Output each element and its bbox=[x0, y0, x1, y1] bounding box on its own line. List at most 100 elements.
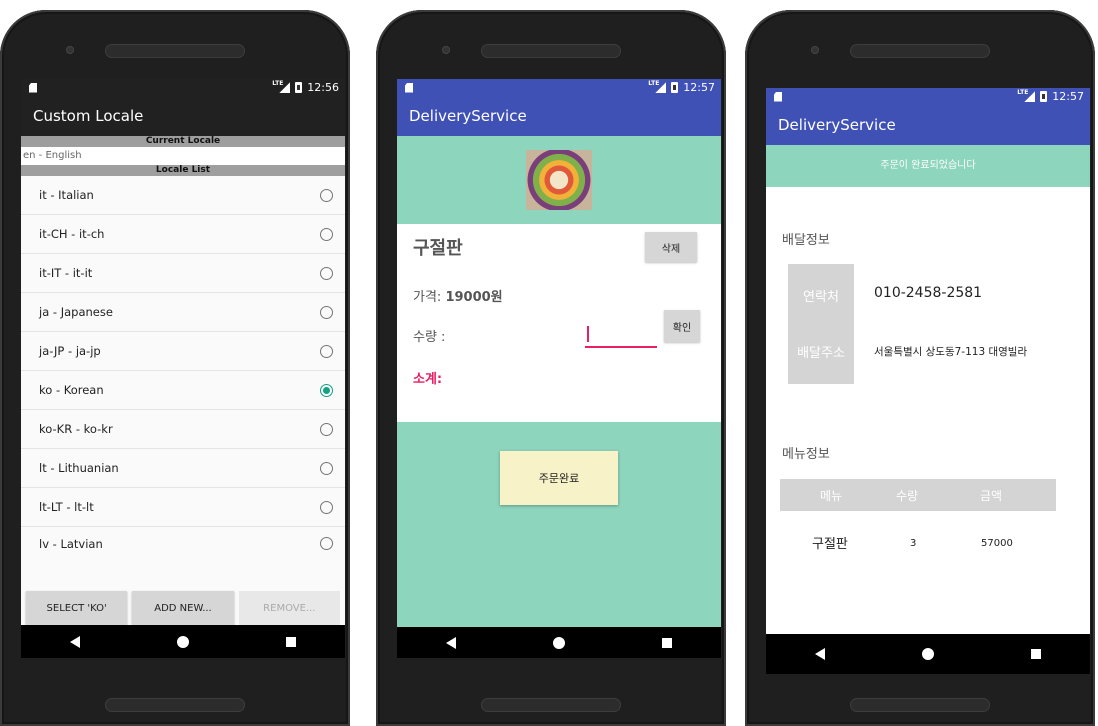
menu-info-title: 메뉴정보 bbox=[782, 447, 830, 462]
dish-name: 구절판 bbox=[413, 238, 463, 259]
row-amount: 57000 bbox=[981, 538, 1013, 549]
nav-bar bbox=[21, 625, 345, 658]
locale-item[interactable]: ko-KR - ko-kr bbox=[21, 410, 345, 449]
locale-item-label: ko-KR - ko-kr bbox=[39, 422, 113, 436]
radio-unchecked-icon[interactable] bbox=[320, 266, 333, 280]
subtotal-label: 소계: bbox=[413, 372, 443, 387]
home-icon[interactable] bbox=[552, 636, 565, 649]
radio-unchecked-icon[interactable] bbox=[320, 461, 333, 475]
back-icon[interactable] bbox=[814, 648, 825, 660]
home-icon[interactable] bbox=[176, 635, 189, 648]
battery-icon bbox=[295, 82, 303, 93]
contact-value: 010-2458-2581 bbox=[874, 285, 983, 301]
locale-item[interactable]: it-IT - it-it bbox=[21, 254, 345, 293]
current-locale-value: en - English bbox=[21, 147, 345, 165]
clock: 12:57 bbox=[683, 81, 715, 94]
radio-unchecked-icon[interactable] bbox=[320, 500, 333, 514]
address-key: 배달주소 bbox=[797, 346, 845, 361]
radio-unchecked-icon[interactable] bbox=[320, 305, 333, 319]
screen: LTE 12:57 DeliveryService 구절판 삭제 가격: 190… bbox=[397, 79, 721, 658]
phone-custom-locale: LTE 12:56 Custom Locale Current Locale e… bbox=[0, 10, 350, 726]
status-bar: LTE 12:57 bbox=[397, 79, 721, 96]
home-icon[interactable] bbox=[921, 648, 934, 660]
locale-item-label: ja-JP - ja-jp bbox=[39, 344, 101, 358]
header-amount: 금액 bbox=[980, 488, 1003, 503]
food-image bbox=[526, 150, 592, 210]
locale-item-label: it - Italian bbox=[39, 188, 94, 202]
radio-unchecked-icon[interactable] bbox=[320, 188, 333, 202]
app-bar: DeliveryService bbox=[397, 96, 721, 136]
food-image-area bbox=[397, 136, 721, 224]
page-title: DeliveryService bbox=[409, 107, 527, 125]
status-bar: LTE 12:56 bbox=[21, 79, 345, 96]
page-title: DeliveryService bbox=[778, 116, 896, 134]
phone-delivery-order: LTE 12:57 DeliveryService 구절판 삭제 가격: 190… bbox=[376, 10, 726, 726]
radio-checked-icon[interactable] bbox=[320, 383, 333, 397]
clock: 12:56 bbox=[307, 81, 339, 94]
locale-item-label: ko - Korean bbox=[39, 383, 104, 397]
signal-icon: LTE bbox=[272, 80, 291, 93]
order-complete-button[interactable]: 주문완료 bbox=[500, 451, 618, 505]
status-bar: LTE 12:57 bbox=[766, 88, 1090, 105]
order-complete-banner: 주문이 완료되었습니다 bbox=[766, 145, 1090, 187]
locale-item[interactable]: lv - Latvian bbox=[21, 527, 345, 555]
sd-card-icon bbox=[774, 91, 782, 102]
back-icon[interactable] bbox=[69, 635, 80, 648]
locale-item-label: ja - Japanese bbox=[39, 305, 113, 319]
row-quantity: 3 bbox=[910, 538, 917, 549]
locale-item[interactable]: ko - Korean bbox=[21, 371, 345, 410]
front-camera bbox=[442, 46, 450, 54]
battery-icon bbox=[671, 82, 679, 93]
price-label: 가격: bbox=[413, 290, 442, 305]
nav-bar bbox=[397, 627, 721, 658]
locale-item-label: lt-LT - lt-lt bbox=[39, 500, 94, 514]
locale-item[interactable]: ja - Japanese bbox=[21, 293, 345, 332]
signal-icon: LTE bbox=[648, 80, 667, 93]
text-cursor bbox=[587, 326, 589, 342]
locale-item[interactable]: lt-LT - lt-lt bbox=[21, 488, 345, 527]
price: 가격: 19000원 bbox=[413, 286, 503, 305]
action-buttons: SELECT 'KO' ADD NEW... REMOVE... bbox=[21, 591, 345, 625]
radio-unchecked-icon[interactable] bbox=[320, 227, 333, 241]
locale-item-label: lv - Latvian bbox=[39, 537, 103, 551]
locale-list[interactable]: it - Italian it-CH - it-ch it-IT - it-it ja… bbox=[21, 176, 345, 555]
delivery-info-title: 배달정보 bbox=[782, 233, 830, 248]
radio-unchecked-icon[interactable] bbox=[320, 422, 333, 436]
header-quantity: 수량 bbox=[896, 488, 919, 503]
top-speaker bbox=[481, 44, 621, 58]
recent-apps-icon[interactable] bbox=[286, 636, 297, 647]
select-button[interactable]: SELECT 'KO' bbox=[26, 591, 128, 625]
back-icon[interactable] bbox=[445, 636, 456, 649]
delete-button[interactable]: 삭제 bbox=[645, 232, 697, 262]
current-locale-header: Current Locale bbox=[21, 136, 345, 147]
radio-unchecked-icon[interactable] bbox=[320, 537, 333, 550]
add-new-button[interactable]: ADD NEW... bbox=[132, 591, 234, 625]
clock: 12:57 bbox=[1052, 90, 1084, 103]
locale-item[interactable]: ja-JP - ja-jp bbox=[21, 332, 345, 371]
radio-unchecked-icon[interactable] bbox=[320, 344, 333, 358]
bottom-speaker bbox=[481, 698, 621, 712]
locale-item[interactable]: it-CH - it-ch bbox=[21, 215, 345, 254]
menu-table-header: 메뉴 수량 금액 bbox=[780, 479, 1056, 511]
top-speaker bbox=[850, 44, 990, 58]
recent-apps-icon[interactable] bbox=[662, 637, 673, 648]
signal-icon: LTE bbox=[1017, 89, 1036, 102]
delivery-info-labels: 연락처 배달주소 bbox=[788, 264, 854, 384]
sd-card-icon bbox=[29, 82, 37, 93]
page-title: Custom Locale bbox=[33, 107, 144, 125]
address-value: 서울특별시 상도동7-113 대영빌라 bbox=[874, 346, 1028, 358]
screen: LTE 12:56 Custom Locale Current Locale e… bbox=[21, 79, 345, 658]
confirm-button[interactable]: 확인 bbox=[664, 310, 700, 342]
top-speaker bbox=[105, 44, 245, 58]
front-camera bbox=[811, 46, 819, 54]
front-camera bbox=[66, 46, 74, 54]
recent-apps-icon[interactable] bbox=[1031, 649, 1042, 659]
locale-item[interactable]: it - Italian bbox=[21, 176, 345, 215]
header-menu: 메뉴 bbox=[820, 488, 843, 503]
bottom-speaker bbox=[850, 698, 990, 712]
locale-item-label: it-CH - it-ch bbox=[39, 227, 105, 241]
quantity-input[interactable] bbox=[585, 322, 657, 348]
locale-item[interactable]: lt - Lithuanian bbox=[21, 449, 345, 488]
phone-order-complete: LTE 12:57 DeliveryService 주문이 완료되었습니다 배달… bbox=[745, 10, 1095, 726]
remove-button[interactable]: REMOVE... bbox=[238, 591, 340, 625]
